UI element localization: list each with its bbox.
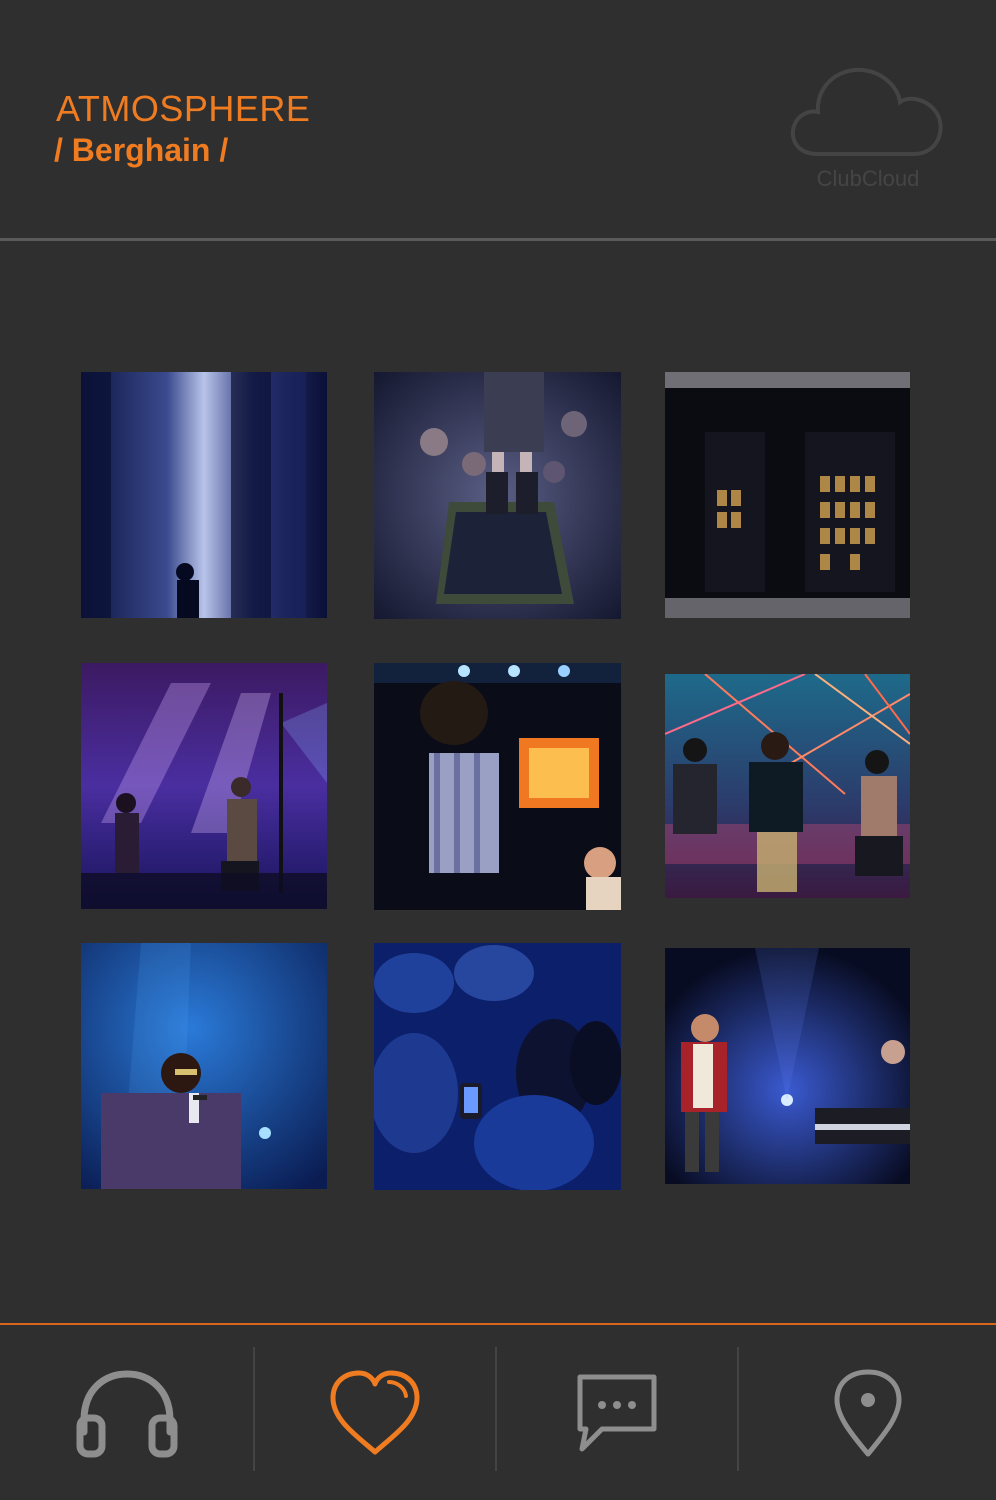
photo-rapper-mic[interactable] (81, 943, 327, 1189)
nav-tab-location[interactable] (739, 1325, 996, 1500)
header-divider (0, 238, 996, 241)
cloud-icon (790, 67, 943, 156)
nav-tab-messages[interactable] (497, 1325, 737, 1500)
photo-band-stage[interactable] (81, 663, 327, 909)
photo-building-night[interactable] (665, 372, 910, 618)
nav-tab-favorites[interactable] (255, 1325, 495, 1500)
logo-wordmark: ClubCloud (816, 166, 920, 191)
photo-crowd-phones[interactable] (374, 943, 621, 1190)
headphones-icon (76, 1369, 178, 1457)
chat-bubble-icon (577, 1374, 657, 1451)
photo-runway-boots[interactable] (374, 372, 621, 619)
section-title: ATMOSPHERE (56, 88, 311, 129)
photo-club-columns[interactable] (81, 372, 327, 618)
map-pin-icon (834, 1369, 901, 1456)
photo-dancer-screen[interactable] (374, 663, 621, 910)
photo-performers-lasers[interactable] (665, 674, 910, 898)
nav-tab-music[interactable] (0, 1325, 254, 1500)
venue-name[interactable]: / Berghain / (54, 132, 228, 169)
bottom-navigation (0, 1325, 996, 1500)
header: ATMOSPHERE / Berghain / ClubCloud (0, 0, 996, 241)
photo-dancer-piano[interactable] (665, 948, 910, 1184)
heart-icon (330, 1370, 420, 1454)
clubcloud-logo: ClubCloud (786, 58, 950, 198)
